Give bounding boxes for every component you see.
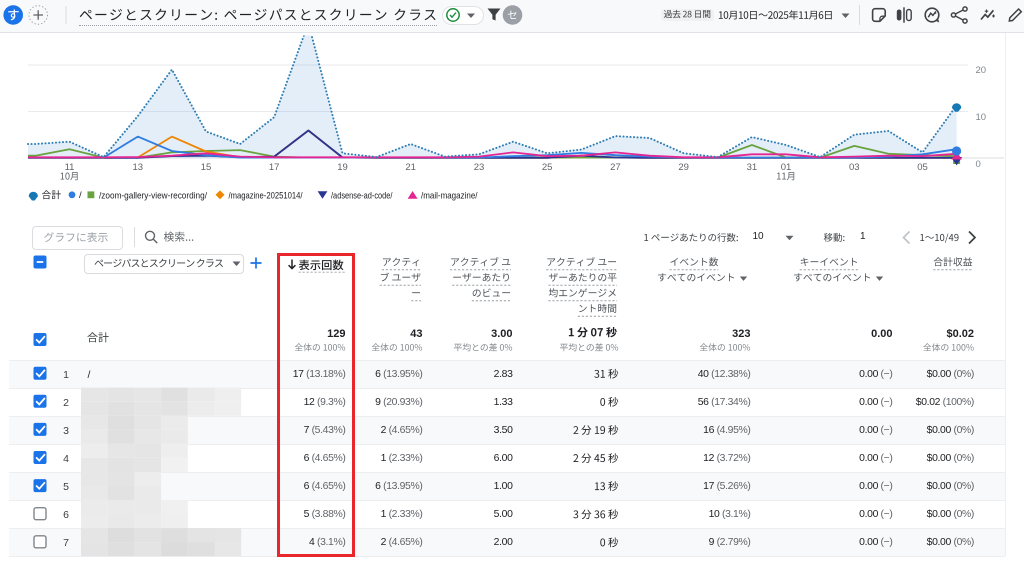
svg-text:/zoom-gallery-view-recording/: /zoom-gallery-view-recording/ xyxy=(99,190,207,201)
svg-text:/magazine-20251014/: /magazine-20251014/ xyxy=(229,190,303,201)
svg-text:/mail-magazine/: /mail-magazine/ xyxy=(421,190,478,201)
svg-text:/adsense-ad-code/: /adsense-ad-code/ xyxy=(331,190,393,201)
